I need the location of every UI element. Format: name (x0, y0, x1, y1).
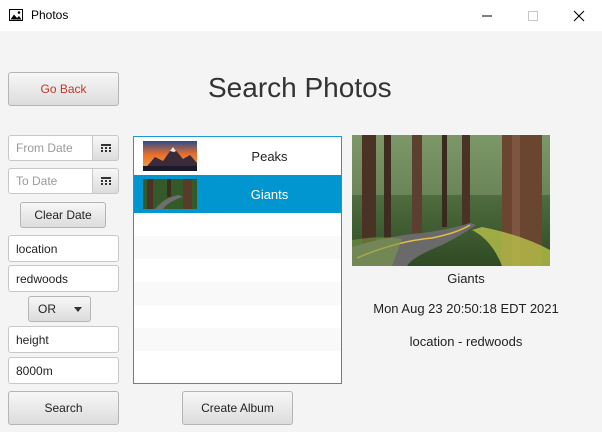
list-item[interactable]: Peaks (134, 137, 341, 175)
window-title: Photos (31, 8, 69, 22)
minimize-icon (482, 15, 492, 16)
photo-list[interactable]: Peaks Giants (133, 136, 342, 384)
tag1-name-field[interactable]: location (8, 235, 119, 262)
empty-list-row (134, 213, 341, 236)
tag1-value-field[interactable]: redwoods (8, 265, 119, 292)
photo-preview (352, 135, 550, 266)
close-icon (573, 10, 585, 21)
app-window: Photos Go Back Search Photos From Date T… (0, 0, 602, 432)
close-button[interactable] (556, 0, 602, 31)
calendar-icon (100, 176, 111, 185)
to-date-calendar-button[interactable] (93, 168, 119, 194)
from-date-field[interactable]: From Date (8, 135, 93, 161)
clear-date-button[interactable]: Clear Date (20, 202, 106, 228)
photo-date: Mon Aug 23 20:50:18 EDT 2021 (373, 301, 559, 316)
operator-dropdown[interactable]: OR (28, 296, 91, 322)
photo-tag: location - redwoods (409, 334, 523, 349)
empty-list-row (134, 259, 341, 282)
tag2-value-field[interactable]: 8000m (8, 357, 119, 384)
list-item-label: Peaks (251, 148, 288, 164)
empty-list-row (134, 236, 341, 259)
operator-selected-value: OR (38, 302, 56, 316)
content-area: Go Back Search Photos From Date To Date (0, 31, 602, 432)
empty-list-row (134, 351, 341, 374)
chevron-down-icon (74, 307, 82, 312)
giants-thumbnail (143, 179, 197, 209)
from-date-picker[interactable]: From Date (8, 135, 119, 161)
maximize-icon (528, 10, 538, 21)
list-item-label: Giants (250, 186, 289, 202)
maximize-button[interactable] (510, 0, 556, 31)
search-button[interactable]: Search (8, 391, 119, 425)
minimize-button[interactable] (464, 0, 510, 31)
page-title: Search Photos (208, 72, 392, 103)
calendar-icon (100, 143, 111, 152)
go-back-button[interactable]: Go Back (8, 72, 119, 106)
from-date-calendar-button[interactable] (93, 135, 119, 161)
photo-app-icon (9, 9, 23, 21)
empty-list-row (134, 282, 341, 305)
to-date-field[interactable]: To Date (8, 168, 93, 194)
empty-list-row (134, 305, 341, 328)
title-bar: Photos (0, 0, 602, 31)
peaks-thumbnail (143, 141, 197, 171)
list-item[interactable]: Giants (134, 175, 341, 213)
empty-list-row (134, 328, 341, 351)
to-date-picker[interactable]: To Date (8, 168, 119, 194)
tag2-name-field[interactable]: height (8, 326, 119, 353)
photo-caption: Giants (447, 271, 485, 286)
create-album-button[interactable]: Create Album (182, 391, 293, 425)
